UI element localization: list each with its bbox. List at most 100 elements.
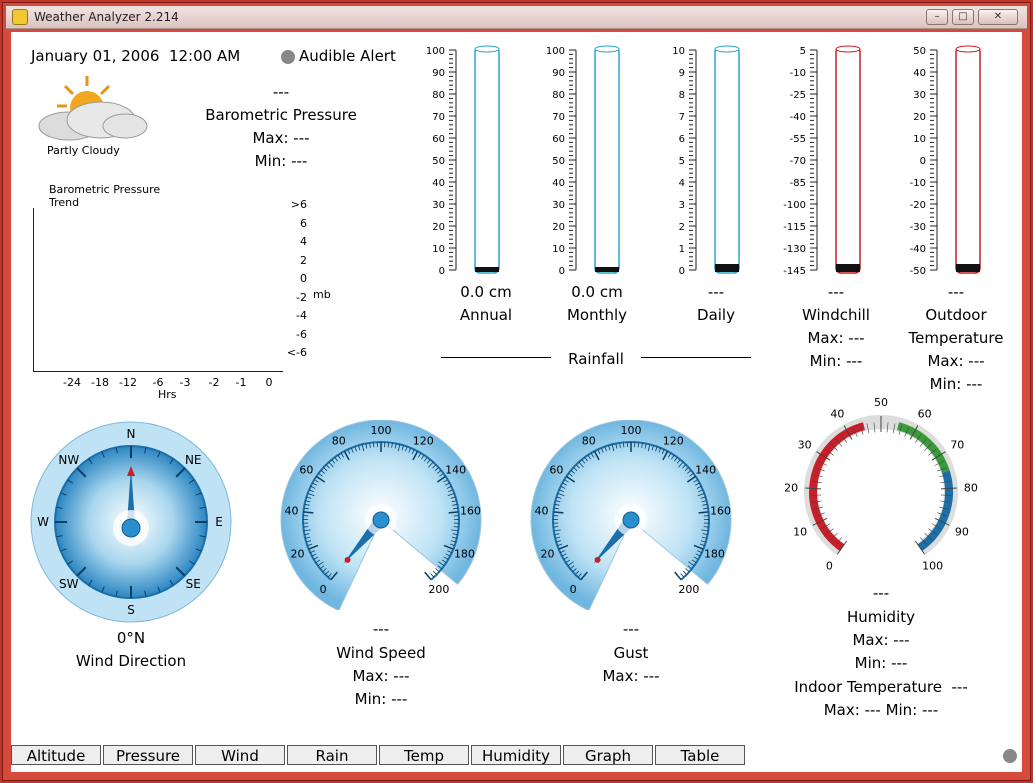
outdoor-temp-value: --- — [947, 283, 965, 301]
compass-point-nw: NW — [58, 453, 79, 467]
tube-tick-label: -20 — [910, 200, 926, 211]
rainfall-rule-right — [641, 357, 751, 358]
tube-tick-label: 50 — [913, 46, 926, 57]
humidity-min: Min: --- — [854, 654, 908, 672]
tube-tick-label: 40 — [913, 68, 926, 79]
trend-x-tick: -24 — [63, 376, 81, 389]
tube-tick-label: 30 — [432, 200, 445, 211]
minimize-button[interactable]: – — [926, 9, 948, 25]
gust-tick — [698, 511, 709, 514]
barometer-min: Min: --- — [254, 152, 308, 170]
tube-level — [715, 264, 739, 272]
tube-level — [836, 264, 860, 272]
tube-tick-label: -50 — [910, 266, 926, 277]
tube-tick-label: 50 — [552, 156, 565, 167]
tube-tick-label: 60 — [552, 134, 565, 145]
gust-label: Gust — [613, 644, 649, 662]
gust-tick — [682, 570, 688, 575]
compass-point-n: N — [127, 427, 136, 441]
status-indicator — [1003, 749, 1017, 763]
audible-alert-indicator[interactable] — [281, 50, 295, 64]
wind-speed-tick-label: 200 — [428, 583, 449, 596]
trend-y-tick: -6 — [296, 327, 307, 341]
outdoor-temp-min: Min: --- — [929, 375, 983, 393]
tab-graph[interactable]: Graph — [563, 745, 653, 765]
tube-cap — [835, 45, 861, 53]
partly-cloudy-icon — [38, 76, 148, 141]
tube-tick-label: -10 — [790, 68, 806, 79]
tube-tick-label: 1 — [679, 244, 685, 255]
tube-tick-label: 20 — [913, 112, 926, 123]
humidity-value: --- — [872, 584, 890, 602]
tube-tick-label: -130 — [783, 244, 806, 255]
tab-wind[interactable]: Wind — [195, 745, 285, 765]
tube-tick-label: -40 — [910, 244, 926, 255]
wind-speed-tick-label: 0 — [320, 583, 327, 596]
humidity-tick-label: 10 — [793, 525, 807, 538]
tab-table[interactable]: Table — [655, 745, 745, 765]
trend-y-tick: -2 — [296, 290, 307, 304]
tube-tick-label: -40 — [790, 112, 806, 123]
wind-direction-value: 0°N — [116, 629, 146, 647]
tube-tick-label: 3 — [679, 200, 685, 211]
rainfall-annual-tube: 1009080706050403020100 — [426, 45, 500, 277]
title-bar[interactable]: Weather Analyzer 2.214 – □ ✕ — [6, 6, 1027, 29]
tube-tick-label: 0 — [920, 156, 926, 167]
rainfall-annual-label: Annual — [459, 306, 513, 324]
close-button[interactable]: ✕ — [978, 9, 1018, 25]
wind-speed-tick — [432, 570, 438, 575]
window-title: Weather Analyzer 2.214 — [34, 10, 179, 24]
trend-y-tick: 4 — [300, 235, 307, 248]
tab-rain[interactable]: Rain — [287, 745, 377, 765]
maximize-button[interactable]: □ — [952, 9, 974, 25]
gust-tick — [680, 573, 685, 578]
tube-tick-label: 80 — [552, 90, 565, 101]
barometer-value: --- — [272, 83, 290, 101]
humidity-tick-label: 100 — [922, 560, 943, 573]
tube-tick-label: 90 — [552, 68, 565, 79]
trend-title-line2: Trend — [49, 196, 80, 209]
wind-speed-tick — [430, 573, 435, 578]
tube-tick-label: 20 — [552, 222, 565, 233]
trend-y-axis — [33, 208, 34, 371]
tube-tick-label: 4 — [679, 178, 685, 189]
main-panel: January 01, 2006 12:00 AM Audible Alert … — [11, 32, 1022, 772]
rainfall-monthly-label: Monthly — [566, 306, 628, 324]
tube-tick-label: 2 — [679, 222, 685, 233]
wind-speed-value: --- — [372, 620, 390, 638]
tube-cap — [474, 45, 500, 53]
compass-point-s: S — [127, 603, 135, 617]
tube-body — [955, 46, 981, 274]
wind-speed-tick — [424, 571, 432, 581]
gust-tick-label: 140 — [695, 464, 716, 477]
rainfall-rule-left — [441, 357, 551, 358]
tube-tick-label: -115 — [783, 222, 806, 233]
audible-alert-label[interactable]: Audible Alert — [299, 47, 396, 65]
tab-humidity[interactable]: Humidity — [471, 745, 561, 765]
trend-y-tick: >6 — [290, 198, 307, 211]
tube-cap — [594, 45, 620, 53]
trend-y-tick: 6 — [300, 216, 307, 230]
wind-speed-tick-label: 60 — [299, 464, 313, 477]
humidity-tick-label: 20 — [784, 481, 798, 494]
tab-temp[interactable]: Temp — [379, 745, 469, 765]
trend-y-tick: 2 — [300, 253, 307, 267]
tube-body — [835, 46, 861, 274]
rainfall-daily-value: --- — [707, 283, 725, 301]
compass-point-w: W — [37, 515, 49, 529]
tab-altitude[interactable]: Altitude — [11, 745, 101, 765]
tube-tick-label: -10 — [910, 178, 926, 189]
tube-tick-label: 10 — [672, 46, 685, 57]
wind-speed-tick-label: 80 — [332, 435, 346, 448]
trend-x-unit: Hrs — [158, 388, 177, 401]
trend-x-tick: -1 — [235, 376, 247, 389]
tube-tick-label: 5 — [800, 46, 806, 57]
tab-pressure[interactable]: Pressure — [103, 745, 193, 765]
tube-tick-label: 10 — [552, 244, 565, 255]
humidity-tick-label: 70 — [950, 438, 964, 451]
compass-hub — [121, 518, 141, 538]
wind-speed-tick — [303, 511, 314, 514]
trend-y-tick: -4 — [296, 309, 307, 322]
humidity-band-wet — [917, 470, 953, 551]
wind-speed-label: Wind Speed — [336, 644, 426, 662]
